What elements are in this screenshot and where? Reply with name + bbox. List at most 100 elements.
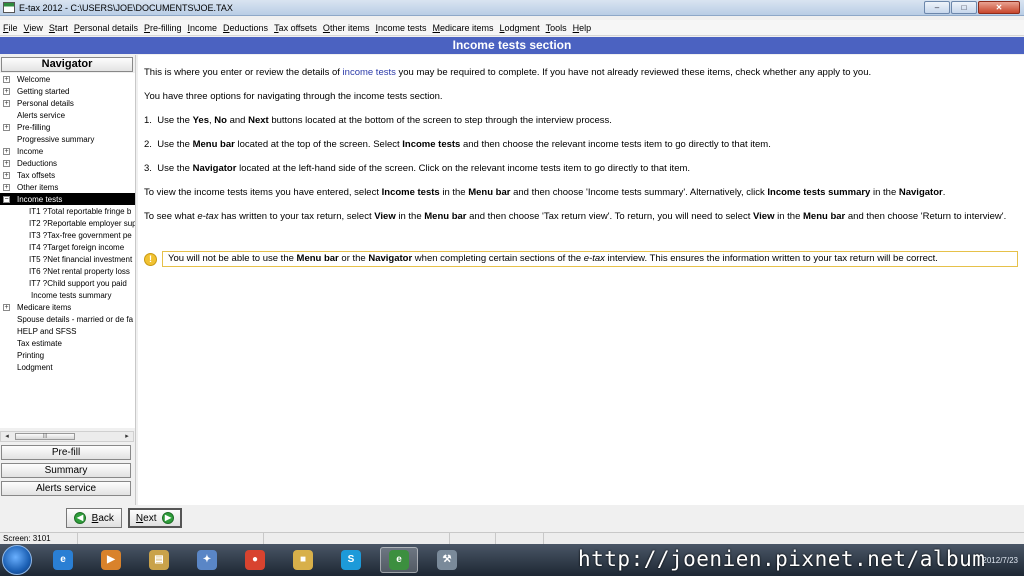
scroll-left-icon[interactable]: ◂: [2, 432, 12, 441]
collapse-icon[interactable]: −: [3, 195, 10, 203]
menu-item-help[interactable]: Help: [570, 23, 595, 33]
expand-icon[interactable]: +: [3, 123, 10, 131]
option-1: 1. Use the Yes, No and Next buttons loca…: [144, 115, 1020, 127]
scroll-right-icon[interactable]: ▸: [122, 432, 132, 441]
minimize-button[interactable]: –: [924, 1, 950, 14]
expand-icon[interactable]: +: [3, 99, 10, 107]
navigator-item-it5-net-financial-investment[interactable]: IT5 ?Net financial investment: [0, 253, 135, 265]
maximize-button[interactable]: □: [951, 1, 977, 14]
expand-icon[interactable]: +: [3, 159, 10, 167]
next-mnemonic: N: [135, 512, 144, 524]
next-label: ext: [143, 512, 157, 524]
navigator-item-welcome[interactable]: + Welcome: [0, 73, 135, 85]
navigator-item-label: Income tests: [17, 194, 63, 204]
navigator-item-it1-total-reportable-fringe-b[interactable]: IT1 ?Total reportable fringe b: [0, 205, 135, 217]
navigator-item-deductions[interactable]: + Deductions: [0, 157, 135, 169]
back-button[interactable]: ◀ Back: [66, 508, 122, 528]
navigator-hscrollbar[interactable]: ◂ ||| ▸: [0, 431, 134, 442]
menu-item-file[interactable]: File: [0, 23, 21, 33]
navigator-item-spouse-details-married-or-de-fa[interactable]: Spouse details - married or de fa: [0, 313, 135, 325]
etax-app-icon: [3, 2, 15, 13]
navigator-item-tax-offsets[interactable]: + Tax offsets: [0, 169, 135, 181]
income-tests-link[interactable]: income tests: [343, 67, 396, 78]
media-player-icon: ▶: [101, 550, 121, 570]
navigator-item-tax-estimate[interactable]: Tax estimate: [0, 337, 135, 349]
navigator-item-it7-child-support-you-paid[interactable]: IT7 ?Child support you paid: [0, 277, 135, 289]
navigator-item-label: Alerts service: [17, 110, 66, 120]
navigator-item-income-tests[interactable]: − Income tests: [0, 193, 135, 205]
menu-label: iew: [29, 22, 43, 33]
para-text: in the: [774, 211, 803, 222]
options-paragraph: You have three options for navigating th…: [144, 91, 443, 102]
taskbar-skype-icon[interactable]: S: [332, 547, 370, 573]
prefill-button[interactable]: Pre-fill: [1, 445, 131, 460]
menu-item-tax-offsets[interactable]: Tax offsets: [271, 23, 320, 33]
summary-button[interactable]: Summary: [1, 463, 131, 478]
tool-icon: ⚒: [437, 550, 457, 570]
option-2: 2. Use the Menu bar located at the top o…: [144, 139, 1020, 151]
menu-item-view[interactable]: View: [21, 23, 46, 33]
menu-item-start[interactable]: Start: [46, 23, 71, 33]
view-keyword: View: [374, 211, 396, 222]
start-button[interactable]: [2, 545, 32, 575]
navigator-keyword: Navigator: [898, 187, 943, 198]
close-button[interactable]: ✕: [978, 1, 1020, 14]
navigator-item-income-tests-summary[interactable]: Income tests summary: [0, 289, 135, 301]
navigator-item-getting-started[interactable]: + Getting started: [0, 85, 135, 97]
taskbar-folder-icon[interactable]: ■: [284, 547, 322, 573]
alerts-service-button[interactable]: Alerts service: [1, 481, 131, 496]
window-controls: – □ ✕: [923, 1, 1020, 14]
explorer-icon: ▤: [149, 550, 169, 570]
expand-icon[interactable]: +: [3, 75, 10, 83]
navigator-item-progressive-summary[interactable]: Progressive summary: [0, 133, 135, 145]
expand-icon[interactable]: +: [3, 147, 10, 155]
menu-item-income-tests[interactable]: Income tests: [372, 23, 429, 33]
navigator-item-income[interactable]: + Income: [0, 145, 135, 157]
navigator-item-it2-reportable-employer-sup[interactable]: IT2 ?Reportable employer sup: [0, 217, 135, 229]
navigator-item-help-and-sfss[interactable]: HELP and SFSS: [0, 325, 135, 337]
back-mnemonic: B: [91, 512, 99, 524]
taskbar-app-icon[interactable]: ✦: [188, 547, 226, 573]
menu-mnemonic: O: [322, 22, 330, 33]
menu-item-income[interactable]: Income: [185, 23, 221, 33]
next-button[interactable]: Next ▶: [128, 508, 182, 528]
menu-item-other-items[interactable]: Other items: [320, 23, 373, 33]
menu-item-deductions[interactable]: Deductions: [220, 23, 271, 33]
navigator-item-pre-filling[interactable]: + Pre-filling: [0, 121, 135, 133]
expand-icon[interactable]: +: [3, 303, 10, 311]
menu-item-tools[interactable]: Tools: [543, 23, 570, 33]
taskbar-media-player-icon[interactable]: ▶: [92, 547, 130, 573]
navigator-item-alerts-service[interactable]: Alerts service: [0, 109, 135, 121]
app-icon: ✦: [197, 550, 217, 570]
navigator-item-lodgment[interactable]: Lodgment: [0, 361, 135, 373]
navigator-title: Navigator: [1, 57, 133, 72]
navigator-item-it3-tax-free-government-pe[interactable]: IT3 ?Tax-free government pe: [0, 229, 135, 241]
navigator-item-other-items[interactable]: + Other items: [0, 181, 135, 193]
navigator-item-printing[interactable]: Printing: [0, 349, 135, 361]
menu-item-personal-details[interactable]: Personal details: [71, 23, 141, 33]
warning-note: ! You will not be able to use the Menu b…: [144, 251, 1020, 267]
menu-item-lodgment[interactable]: Lodgment: [497, 23, 543, 33]
expand-icon[interactable]: +: [3, 87, 10, 95]
navigator-item-it4-target-foreign-income[interactable]: IT4 ?Target foreign income: [0, 241, 135, 253]
taskbar-etax-icon[interactable]: e: [380, 547, 418, 573]
taskbar-ie-icon[interactable]: e: [44, 547, 82, 573]
taskbar-explorer-icon[interactable]: ▤: [140, 547, 178, 573]
navigator-item-label: IT5 ?Net financial investment: [29, 254, 133, 264]
navigator-item-it6-net-rental-property-loss[interactable]: IT6 ?Net rental property loss: [0, 265, 135, 277]
navigator-item-label: IT6 ?Net rental property loss: [29, 266, 130, 276]
expand-icon[interactable]: +: [3, 183, 10, 191]
expand-icon[interactable]: +: [3, 171, 10, 179]
intro-text-end: you may be required to complete. If you …: [395, 67, 872, 78]
menu-item-pre-filling[interactable]: Pre-filling: [141, 23, 185, 33]
taskbar-chrome-icon[interactable]: ●: [236, 547, 274, 573]
taskbar-tool-icon[interactable]: ⚒: [428, 547, 466, 573]
menu-item-medicare-items[interactable]: Medicare items: [430, 23, 497, 33]
navigator-item-medicare-items[interactable]: + Medicare items: [0, 301, 135, 313]
section-title: Income tests section: [0, 37, 1024, 54]
scroll-thumb[interactable]: |||: [15, 433, 75, 440]
income-tests-summary-keyword: Income tests summary: [767, 187, 871, 198]
navigator-item-personal-details[interactable]: + Personal details: [0, 97, 135, 109]
option-text: Use the: [157, 115, 193, 126]
income-tests-keyword: Income tests: [402, 139, 461, 150]
